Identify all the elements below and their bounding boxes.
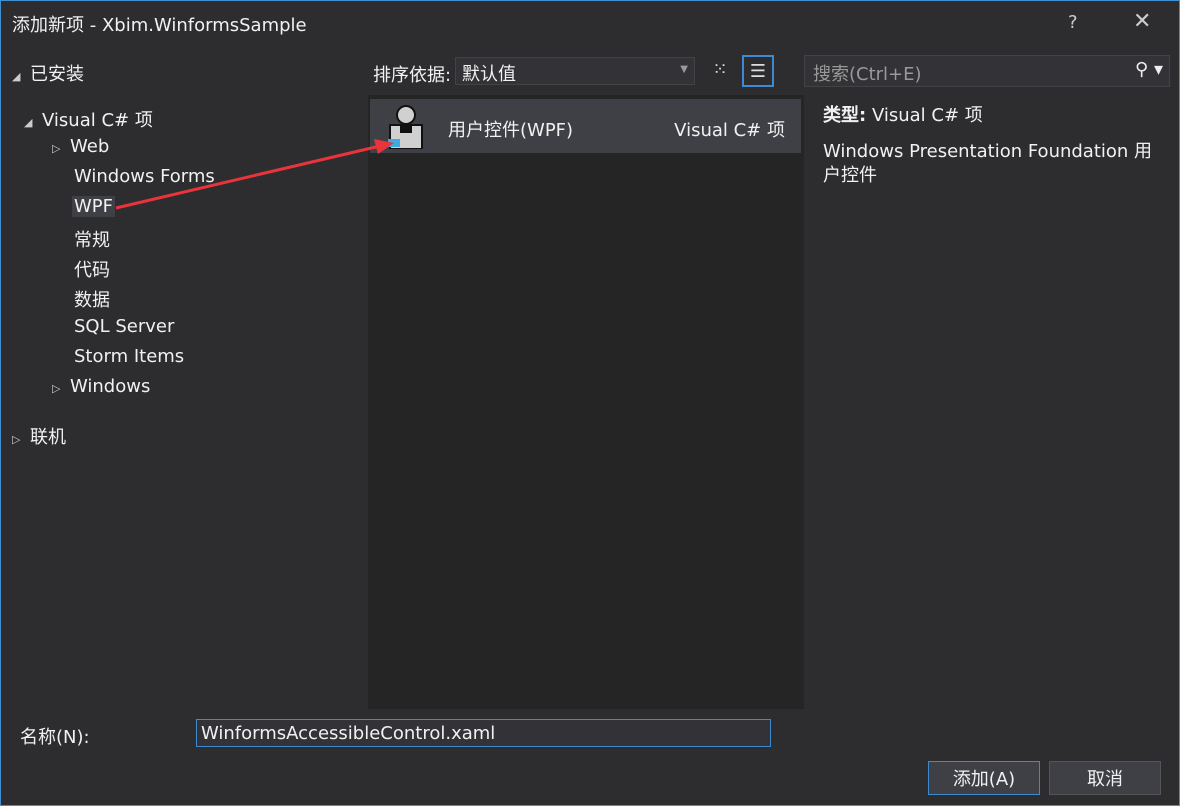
name-input[interactable] — [196, 719, 771, 747]
type-value: Visual C# 项 — [871, 105, 983, 126]
add-button[interactable]: 添加(A) — [928, 761, 1040, 795]
type-label: 类型: — [823, 105, 867, 126]
name-label: 名称(N): — [20, 727, 90, 748]
description: Windows Presentation Foundation 用户控件 — [823, 141, 1153, 186]
detail-panel: 类型: Visual C# 项 Windows Presentation Fou… — [823, 104, 1168, 188]
cancel-button[interactable]: 取消 — [1049, 761, 1161, 795]
